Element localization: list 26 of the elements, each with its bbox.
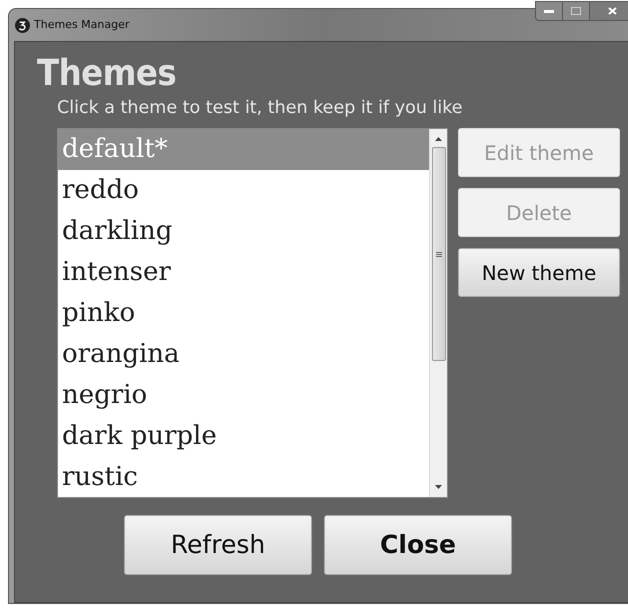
scrollbar[interactable] [429, 129, 447, 497]
dialog-button[interactable]: Close [324, 515, 512, 575]
theme-item[interactable]: negrio [58, 375, 429, 416]
theme-item[interactable]: dark purple [58, 416, 429, 457]
scroll-down-icon [435, 485, 442, 489]
scroll-up-icon [435, 137, 442, 141]
app-logo-icon [15, 18, 30, 32]
grip-icon [436, 252, 442, 256]
theme-item[interactable]: rustic [58, 457, 429, 497]
side-button[interactable]: New theme [458, 248, 620, 297]
theme-item[interactable]: pinko [58, 293, 429, 334]
minimize-icon [544, 9, 554, 13]
maximize-button[interactable] [563, 1, 589, 21]
maximize-icon [571, 7, 581, 15]
dialog-button[interactable]: Refresh [124, 515, 312, 575]
theme-item[interactable]: darkling [58, 211, 429, 252]
close-icon [608, 7, 616, 15]
scrollbar-thumb[interactable] [432, 147, 446, 361]
theme-item[interactable]: reddo [58, 170, 429, 211]
window-title: Themes Manager [34, 16, 130, 33]
theme-item[interactable]: orangina [58, 334, 429, 375]
theme-item[interactable]: intenser [58, 252, 429, 293]
instruction-text: Click a theme to test it, then keep it if you like [57, 97, 464, 120]
dialog-heading: Themes [37, 54, 178, 94]
close-button[interactable] [589, 1, 628, 21]
minimize-button[interactable] [535, 1, 563, 21]
